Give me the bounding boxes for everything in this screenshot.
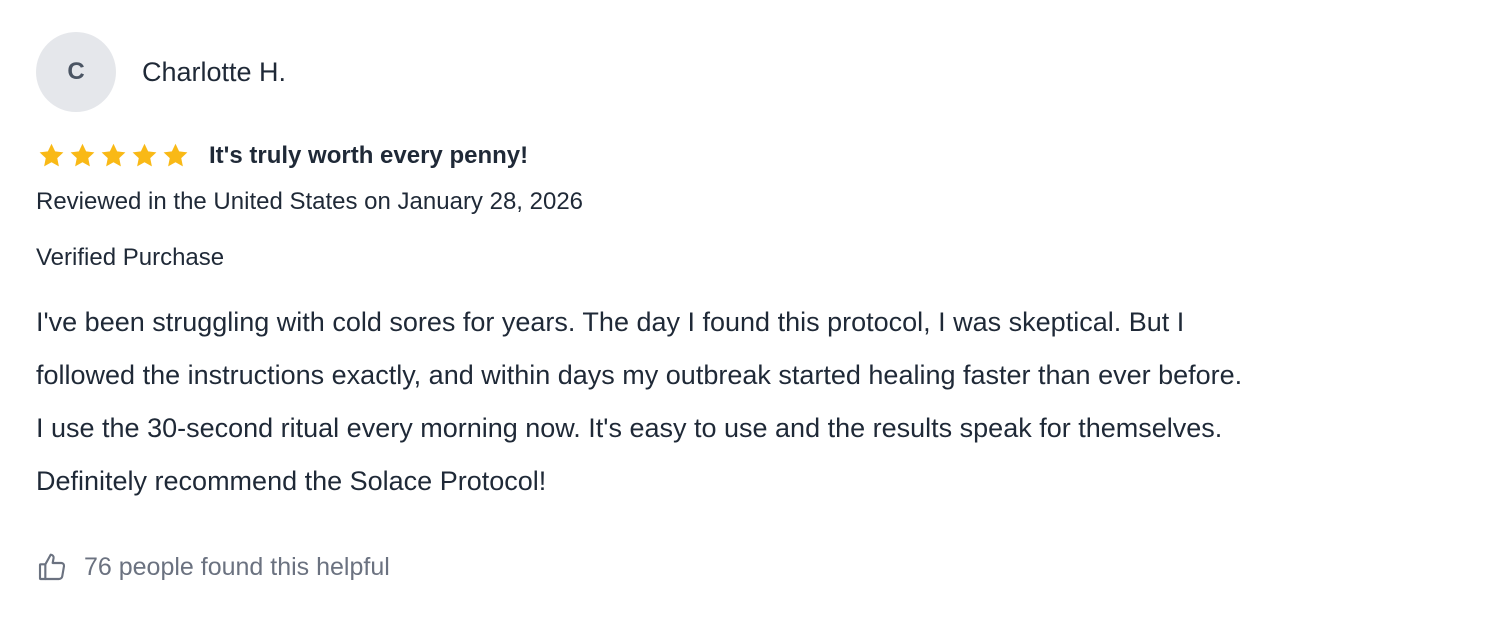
star-rating xyxy=(36,141,191,171)
reviewer-name[interactable]: Charlotte H. xyxy=(142,57,286,88)
verified-purchase-badge: Verified Purchase xyxy=(36,244,225,271)
review-body: I've been struggling with cold sores for… xyxy=(36,296,1476,508)
rating-row: It's truly worth every penny! xyxy=(36,140,1476,172)
review-body-line: I've been struggling with cold sores for… xyxy=(36,307,1185,337)
review-title[interactable]: It's truly worth every penny! xyxy=(209,142,528,170)
star-icon xyxy=(132,143,157,167)
star-icon xyxy=(70,143,95,167)
avatar: C xyxy=(36,32,116,112)
star-icon xyxy=(163,143,188,167)
review-header: C Charlotte H. xyxy=(36,32,1476,112)
review-body-line: I use the 30-second ritual every morning… xyxy=(36,413,1223,443)
star-icon xyxy=(101,143,126,167)
helpful-count: 76 people found this helpful xyxy=(84,552,390,581)
review-date: Reviewed in the United States on January… xyxy=(36,188,584,215)
review-card: C Charlotte H. It's truly worth every pe… xyxy=(36,32,1476,584)
thumbs-up-icon[interactable] xyxy=(36,551,68,583)
star-icon xyxy=(39,143,64,167)
review-body-line: Definitely recommend the Solace Protocol… xyxy=(36,466,547,496)
helpful-row: 76 people found this helpful xyxy=(36,550,1476,584)
review-body-line: followed the instructions exactly, and w… xyxy=(36,360,1243,390)
